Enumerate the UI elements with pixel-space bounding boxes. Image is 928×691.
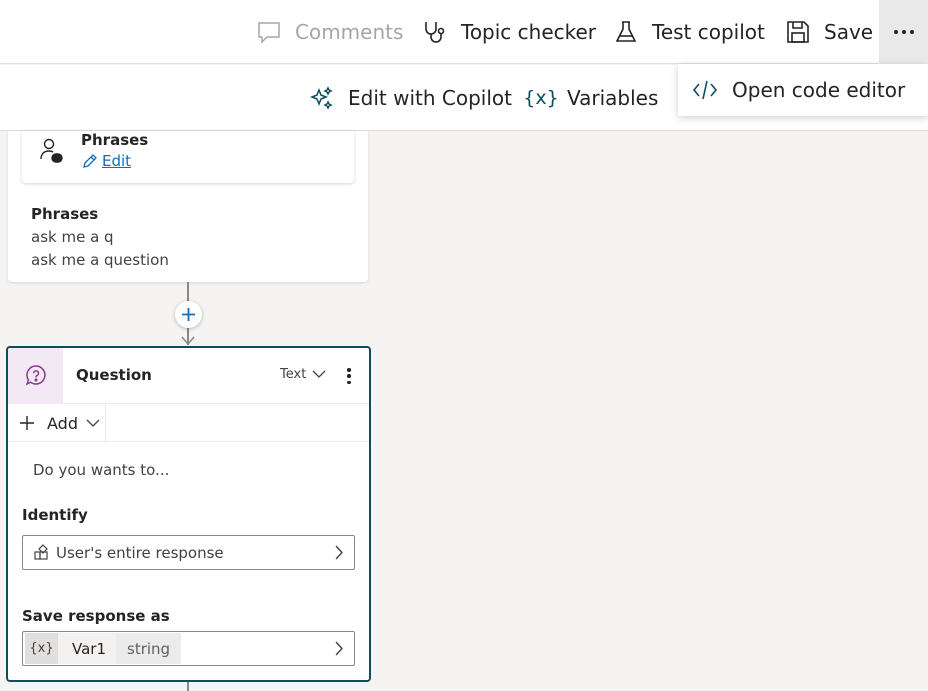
phrases-heading: Phrases [31,205,99,223]
comment-icon [255,18,283,46]
save-label: Save [824,20,874,44]
variables-button[interactable]: {x} Variables [523,65,659,131]
code-icon [691,76,719,104]
node-more-button[interactable] [346,368,352,384]
comments-button[interactable]: Comments [255,0,403,64]
plus-icon [182,308,195,321]
variable-name: Var1 [58,633,116,664]
edit-link[interactable]: Edit [81,152,131,170]
question-prompt[interactable]: Do you wants to... [33,461,169,479]
trigger-title: Phrases [81,131,149,149]
phrase-item: ask me a question [31,251,169,269]
topic-checker-label: Topic checker [461,20,597,44]
save-button[interactable]: Save [784,0,873,64]
variable-type: string [116,633,182,664]
question-title: Question [76,366,152,384]
identify-value: User's entire response [56,543,224,562]
chevron-down-icon [312,370,326,378]
chevron-right-icon [335,545,343,560]
connector-line [187,682,189,691]
more-options-button[interactable] [879,0,928,64]
stethoscope-icon [421,18,449,46]
chevron-down-icon [86,419,100,427]
question-icon [8,348,63,404]
beaker-icon [612,18,640,46]
arrow-down-icon [181,336,195,346]
trigger-header-card: Phrases Edit [22,131,354,183]
sparkle-icon [308,84,336,112]
type-label: Text [280,367,307,382]
comments-label: Comments [295,20,404,44]
identify-label: Identify [22,506,88,524]
menu-item-label: Open code editor [732,78,906,102]
question-header: Question Text [8,348,369,404]
add-button[interactable]: Add [8,404,106,442]
pencil-icon [83,153,97,168]
variables-label: Variables [567,86,659,110]
entity-icon [34,543,48,560]
edit-label: Edit [102,152,132,170]
variable-icon: {x} [25,633,58,664]
add-label: Add [47,413,78,433]
trigger-node[interactable]: Phrases Edit Phrases ask me a q ask me a… [8,131,368,282]
top-toolbar: Comments Topic checker Test copilot Save [0,0,928,64]
phrase-item: ask me a q [31,228,114,246]
plus-icon [20,416,34,430]
add-node-button[interactable] [175,301,202,328]
test-copilot-button[interactable]: Test copilot [612,0,765,64]
chevron-right-icon [335,641,343,656]
save-response-label: Save response as [22,607,170,625]
menu-item-open-code-editor[interactable]: Open code editor [678,64,928,116]
edit-with-copilot-button[interactable]: Edit with Copilot [308,65,512,131]
person-chat-icon [38,137,66,167]
test-copilot-label: Test copilot [652,20,765,44]
identify-field[interactable]: User's entire response [22,535,355,570]
topic-checker-button[interactable]: Topic checker [421,0,596,64]
connector-line [187,282,189,302]
more-options-menu: Open code editor [678,64,928,116]
variable-icon: {x} [523,87,559,109]
add-toolbar: Add [8,404,369,442]
edit-with-copilot-label: Edit with Copilot [348,86,512,110]
type-dropdown[interactable]: Text [280,367,326,382]
save-response-field[interactable]: {x} Var1 string [22,631,355,666]
ellipsis-icon [893,30,898,34]
save-icon [784,18,812,46]
question-node[interactable]: Question Text Add Do you wants to... Ide… [6,346,371,682]
